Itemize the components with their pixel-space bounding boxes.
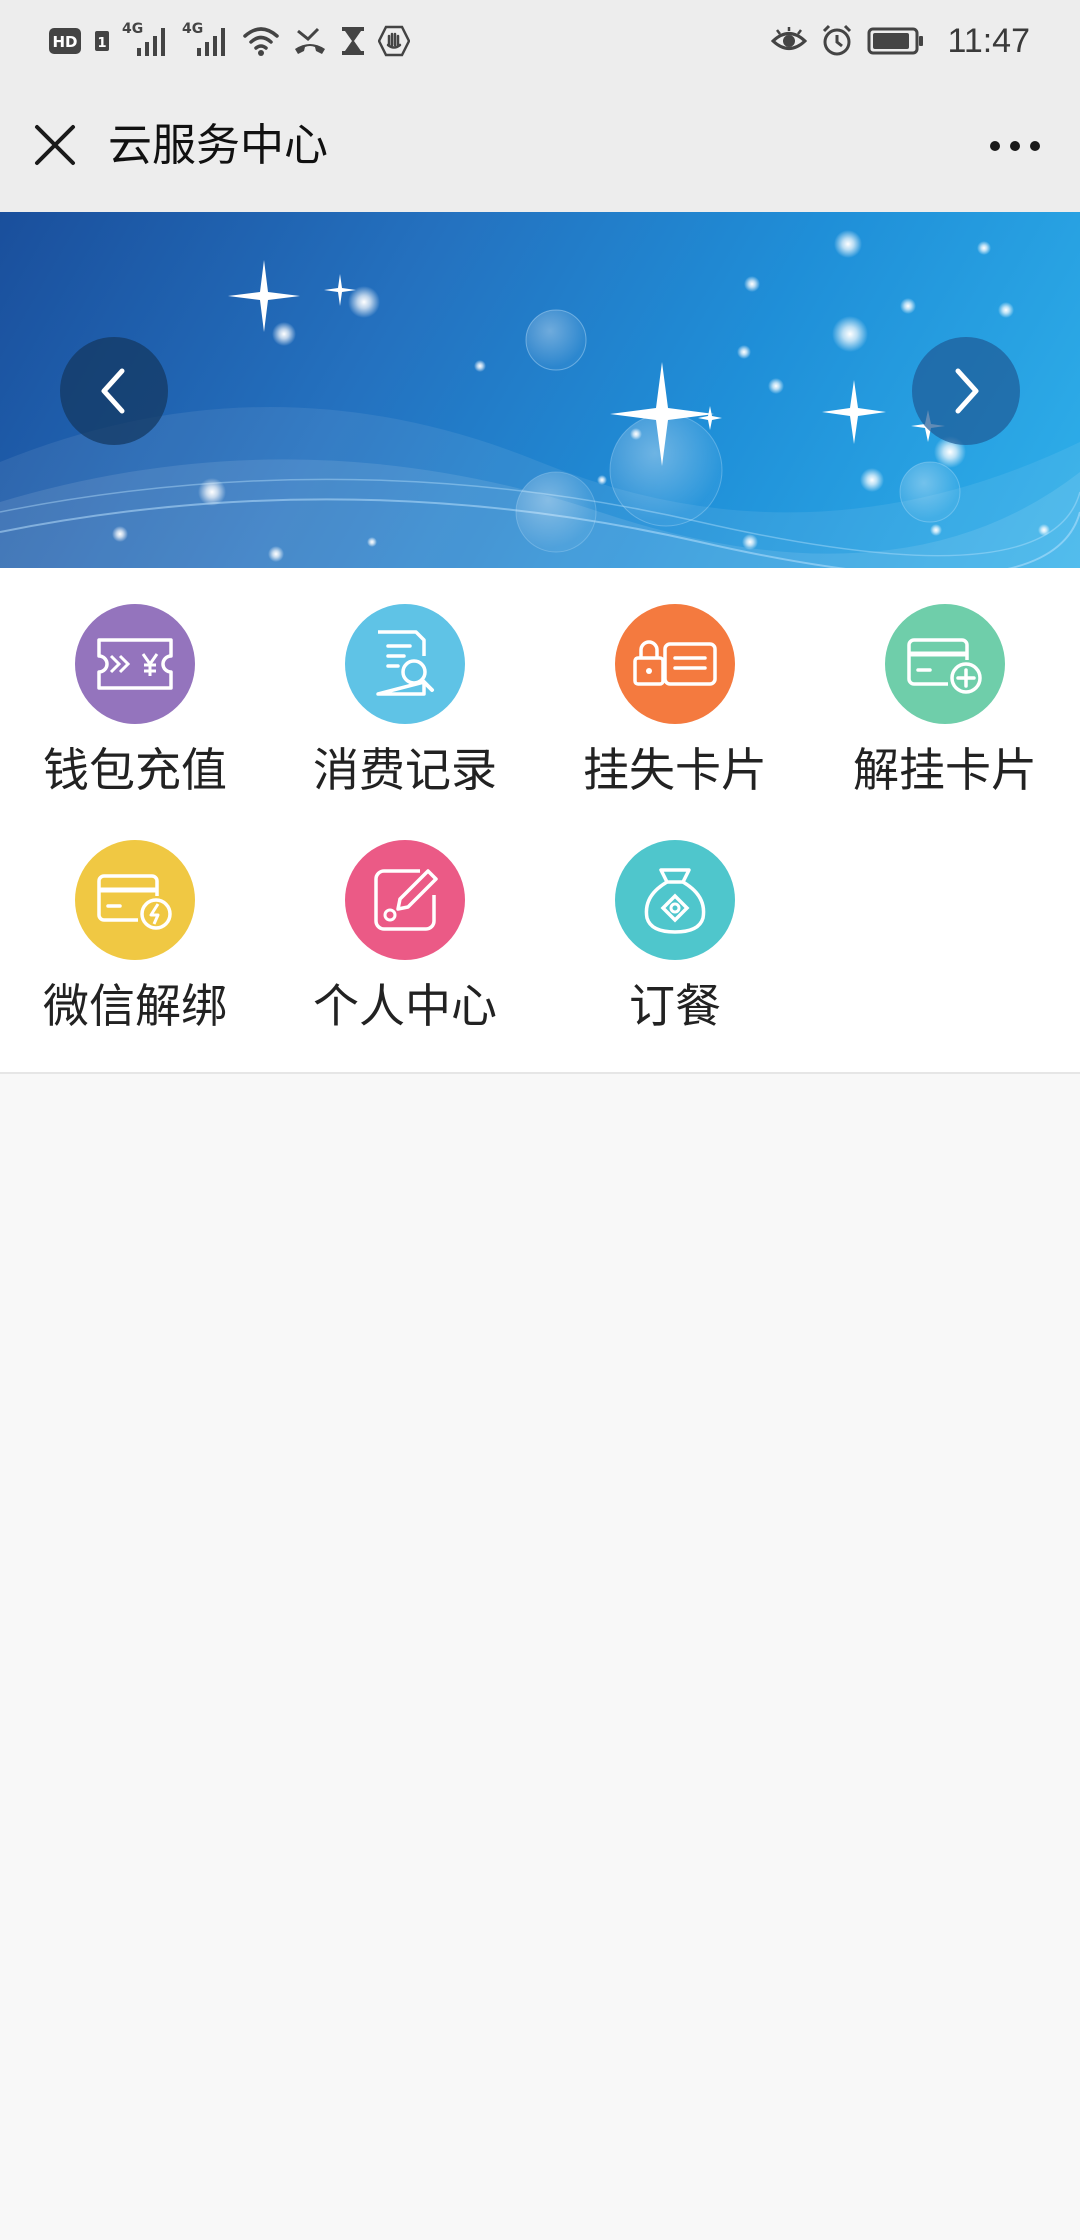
grid-item-wechat-unbind[interactable]: 微信解绑 [0, 804, 270, 1040]
more-options-button[interactable] [980, 124, 1050, 168]
chevron-left-icon [101, 368, 125, 414]
service-grid: 钱包充值 消费记录 挂失卡片 解挂卡片 微信解绑 个人中心 订餐 [0, 568, 1080, 1074]
grid-item-label: 订餐 [629, 979, 721, 1033]
status-bar: HD 1 4G 4G 11:47 [0, 0, 1080, 80]
grid-item-label: 解挂卡片 [853, 743, 1037, 797]
banner-next-button[interactable] [912, 337, 1020, 445]
grid-item-consumption-record[interactable]: 消费记录 [270, 568, 540, 804]
chevron-right-icon [955, 368, 979, 414]
status-time: 11:47 [947, 21, 1030, 60]
grid-item-label: 挂失卡片 [583, 743, 767, 797]
wallet-recharge-icon [75, 604, 195, 724]
battery-icon [867, 27, 924, 55]
close-icon [35, 125, 75, 165]
status-left-indicators: HD 1 4G 4G [48, 22, 410, 60]
sim-1-icon: 1 [95, 31, 109, 51]
status-right-indicators: 11:47 [771, 20, 1030, 62]
order-meal-icon [615, 840, 735, 960]
grid-item-label: 个人中心 [313, 979, 497, 1033]
banner-carousel[interactable] [0, 212, 1080, 568]
banner-prev-button[interactable] [60, 337, 168, 445]
missed-call-icon [295, 27, 325, 54]
wifi-icon [243, 27, 279, 56]
more-dots-icon [990, 141, 1040, 151]
report-loss-card-icon [615, 604, 735, 724]
signal-4g-icon: 4G [182, 22, 230, 60]
grid-item-unlock-card[interactable]: 解挂卡片 [810, 568, 1080, 804]
grid-item-label: 消费记录 [313, 743, 497, 797]
svg-text:HD: HD [52, 33, 77, 51]
unlock-card-icon [885, 604, 1005, 724]
hand-icon [378, 25, 410, 57]
header-bar: 云服务中心 [0, 80, 1080, 212]
grid-item-wallet-recharge[interactable]: 钱包充值 [0, 568, 270, 804]
signal-4g-icon: 4G [122, 22, 170, 60]
svg-text:1: 1 [97, 36, 106, 51]
grid-item-label: 钱包充值 [43, 743, 227, 797]
alarm-icon [823, 24, 852, 56]
hd-icon: HD [49, 28, 81, 54]
eye-icon [771, 27, 808, 50]
close-button[interactable] [26, 116, 84, 174]
hourglass-icon [342, 27, 364, 55]
consumption-record-icon [345, 604, 465, 724]
personal-center-icon [345, 840, 465, 960]
grid-item-label: 微信解绑 [43, 979, 227, 1033]
grid-item-order-meal[interactable]: 订餐 [540, 804, 810, 1040]
grid-item-report-loss-card[interactable]: 挂失卡片 [540, 568, 810, 804]
page-title: 云服务中心 [108, 120, 328, 171]
grid-item-personal-center[interactable]: 个人中心 [270, 804, 540, 1040]
wechat-unbind-icon [75, 840, 195, 960]
